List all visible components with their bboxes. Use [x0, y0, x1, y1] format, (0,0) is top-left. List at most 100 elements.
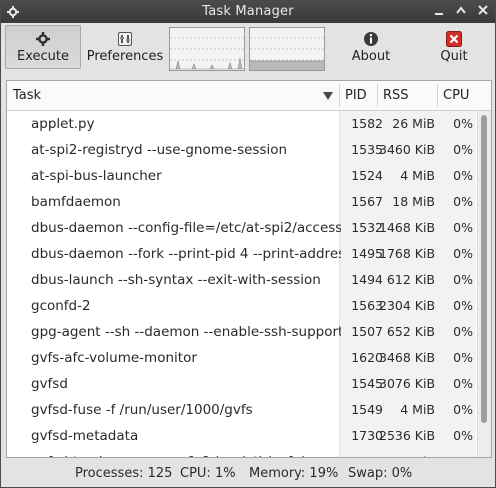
task-cell: dbus-daemon --config-file=/etc/at-spi2/a…	[31, 220, 341, 236]
pid-cell: 1507	[351, 324, 383, 339]
column-header-rss[interactable]: RSS	[377, 81, 437, 110]
rss-cell: 612 KiB	[386, 272, 435, 287]
info-icon	[364, 32, 378, 46]
cpu-cell: 0%	[453, 194, 473, 209]
quit-button[interactable]: Quit	[419, 25, 489, 69]
preferences-icon	[118, 32, 132, 46]
column-header-cpu[interactable]: CPU	[437, 81, 477, 110]
window-title: Task Manager	[202, 4, 294, 19]
cpu-cell: 0%	[439, 449, 473, 457]
task-cell: gvfsd-fuse -f /run/user/1000/gvfs	[31, 402, 253, 418]
column-header-cpu-label: CPU	[443, 88, 470, 103]
cpu-cell: 0%	[453, 142, 473, 157]
status-bar: Processes: 125 CPU: 1% Memory: 19% Swap:…	[1, 461, 495, 487]
pid-cell: 1495	[351, 246, 383, 261]
cpu-cell: 0%	[453, 246, 473, 261]
cpu-cell: 0%	[453, 298, 473, 313]
task-cell: at-spi-bus-launcher	[31, 168, 162, 184]
quit-label: Quit	[440, 49, 468, 64]
task-cell: gconfd-2	[31, 298, 91, 314]
column-header-task[interactable]: Task	[7, 81, 339, 110]
rss-cell: 3076 KiB	[379, 376, 435, 391]
cpu-cell: 0%	[453, 220, 473, 235]
cpu-cell: 0%	[453, 272, 473, 287]
rss-cell: 18 MiB	[392, 194, 435, 209]
table-row[interactable]: gpg-agent --sh --daemon --enable-ssh-sup…	[7, 319, 491, 345]
status-memory: Memory: 19%	[249, 466, 339, 481]
column-header-pid[interactable]: PID	[339, 81, 377, 110]
rss-cell: 1768 KiB	[379, 246, 435, 261]
table-row[interactable]: dbus-launch --sh-syntax --exit-with-sess…	[7, 267, 491, 293]
toolbar: Execute Preferences About Quit	[1, 23, 495, 73]
cpu-cell: 0%	[453, 402, 473, 417]
execute-label: Execute	[17, 49, 69, 64]
column-header-task-label: Task	[13, 88, 42, 103]
pid-cell: 1582	[351, 116, 383, 131]
status-cpu: CPU: 1%	[180, 466, 236, 481]
pid-cell: 1545	[351, 376, 383, 391]
cpu-cell: 0%	[453, 324, 473, 339]
pid-cell: 1535	[351, 142, 383, 157]
table-row[interactable]: gvfsd-metadata 1730 2536 KiB 0%	[7, 423, 491, 449]
preferences-label: Preferences	[86, 49, 164, 64]
column-header-rss-label: RSS	[383, 88, 409, 103]
pid-cell: 1567	[351, 194, 383, 209]
pid-cell: 1600	[343, 449, 383, 457]
cpu-usage-graph	[169, 27, 245, 71]
status-swap: Swap: 0%	[348, 466, 413, 481]
sort-down-icon	[323, 92, 333, 100]
table-row[interactable]: bamfdaemon 1567 18 MiB 0%	[7, 189, 491, 215]
cpu-cell: 0%	[453, 428, 473, 443]
quit-icon	[446, 31, 462, 47]
scrollbar-thumb[interactable]	[481, 115, 487, 423]
cpu-cell: 0%	[453, 350, 473, 365]
table-row[interactable]: at-spi2-registryd --use-gnome-session 153…	[7, 137, 491, 163]
table-row[interactable]: dbus-daemon --config-file=/etc/at-spi2/a…	[7, 215, 491, 241]
task-cell: gvfs-afc-volume-monitor	[31, 350, 197, 366]
table-row[interactable]: gconfd-2 1563 2304 KiB 0%	[7, 293, 491, 319]
table-row[interactable]: dbus-daemon --fork --print-pid 4 --print…	[7, 241, 491, 267]
column-header-pid-label: PID	[345, 88, 367, 103]
task-cell: gpg-agent --sh --daemon --enable-ssh-sup…	[31, 324, 341, 340]
task-cell: gvfsd	[31, 376, 68, 392]
maximize-icon[interactable]	[453, 4, 469, 20]
execute-button[interactable]: Execute	[5, 25, 81, 69]
cpu-cell: 0%	[453, 116, 473, 131]
pid-cell: 1730	[351, 428, 383, 443]
pid-cell: 1549	[351, 402, 383, 417]
pid-cell: 1532	[351, 220, 383, 235]
vertical-scrollbar[interactable]	[477, 111, 491, 457]
cpu-cell: 0%	[453, 376, 473, 391]
rss-cell: 2536 KiB	[379, 428, 435, 443]
about-label: About	[351, 49, 391, 64]
rss-cell: 26 MiB	[392, 116, 435, 131]
pid-cell: 1524	[351, 168, 383, 183]
table-row[interactable]: gvfsd-trash --spawner :1.6 /org/gtk/gvfs…	[7, 449, 491, 457]
table-row[interactable]: gvfsd 1545 3076 KiB 0%	[7, 371, 491, 397]
table-rows: applet.py 1582 26 MiB 0% at-spi2-registryd -…	[7, 111, 491, 457]
rss-cell: 652 KiB	[386, 324, 435, 339]
process-list: Task PID RSS CPU applet.py 1582 26 MiB 0% at…	[6, 80, 492, 458]
rss-cell: 2304 KiB	[379, 298, 435, 313]
table-row[interactable]: at-spi-bus-launcher 1524 4 MiB 0%	[7, 163, 491, 189]
table-row[interactable]: gvfs-afc-volume-monitor 1620 3468 KiB 0%	[7, 345, 491, 371]
rss-cell: 1468 KiB	[379, 220, 435, 235]
about-button[interactable]: About	[335, 25, 407, 69]
close-icon[interactable]	[475, 4, 491, 20]
rss-cell: 3468 KiB	[379, 350, 435, 365]
table-header: Task PID RSS CPU	[7, 81, 491, 111]
memory-usage-graph	[249, 27, 325, 71]
minimize-icon[interactable]	[431, 4, 447, 20]
task-cell: dbus-launch --sh-syntax --exit-with-sess…	[31, 272, 321, 288]
task-manager-window: Task Manager Execute Preferences About Q…	[0, 0, 496, 488]
table-row[interactable]: applet.py 1582 26 MiB 0%	[7, 111, 491, 137]
task-cell: gvfsd-trash --spawner :1.6 /org/gtk/gvfs…	[31, 449, 341, 457]
pid-cell: 1563	[351, 298, 383, 313]
task-cell: dbus-daemon --fork --print-pid 4 --print…	[31, 246, 341, 262]
task-cell: applet.py	[31, 116, 95, 132]
cpu-cell: 0%	[453, 168, 473, 183]
preferences-button[interactable]: Preferences	[85, 25, 165, 69]
rss-cell: 3460 KiB	[379, 142, 435, 157]
table-row[interactable]: gvfsd-fuse -f /run/user/1000/gvfs 1549 4 M…	[7, 397, 491, 423]
titlebar[interactable]: Task Manager	[1, 1, 495, 23]
